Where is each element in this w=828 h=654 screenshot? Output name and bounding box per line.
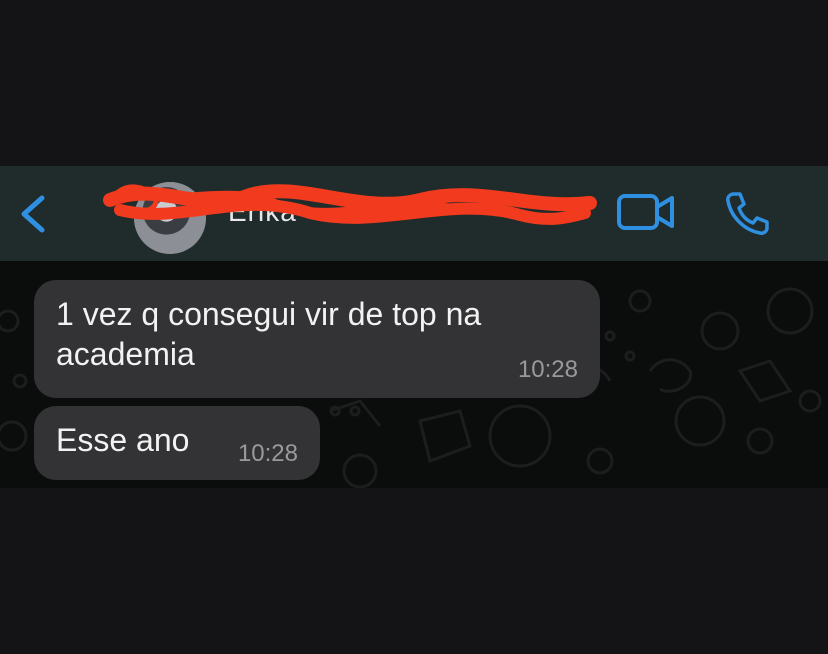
contact-avatar[interactable] [134,182,206,254]
chat-header [0,166,828,261]
voice-call-button[interactable] [722,188,772,238]
message-time: 10:28 [517,356,578,383]
message-time: 10:28 [237,440,298,467]
message-text: 1 vez q consegui vir de top na academia [56,296,482,372]
message-bubble[interactable]: Esse ano 10:28 [34,406,320,480]
chevron-left-icon [21,195,45,233]
video-call-button[interactable] [616,192,676,232]
phone-icon [726,192,769,235]
back-button[interactable] [16,194,50,234]
message-text: Esse ano [56,422,190,458]
video-camera-icon [617,194,674,230]
message-bubble[interactable]: 1 vez q consegui vir de top na academia … [34,280,600,398]
contact-name[interactable]: Erika [228,196,297,228]
